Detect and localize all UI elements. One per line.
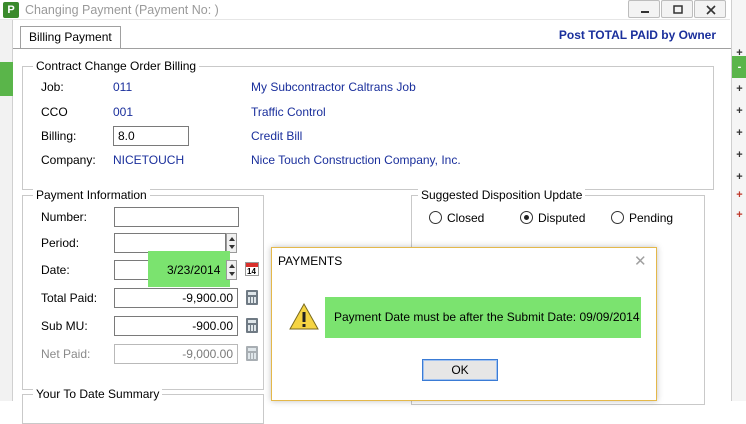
cco-name: Traffic Control bbox=[251, 105, 326, 119]
tab-divider bbox=[13, 48, 731, 49]
company-label: Company: bbox=[41, 153, 96, 167]
to-date-summary-legend: Your To Date Summary bbox=[33, 387, 163, 401]
strip-cell[interactable]: + bbox=[732, 204, 746, 226]
post-total-paid-link[interactable]: Post TOTAL PAID by Owner bbox=[559, 28, 716, 42]
maximize-button[interactable] bbox=[661, 0, 693, 18]
billing-input[interactable]: 8.0 bbox=[113, 126, 189, 146]
payments-dialog: PAYMENTS ✕ Payment Date must be after th… bbox=[271, 247, 657, 401]
strip-cell[interactable]: + bbox=[732, 78, 746, 100]
billing-label: Billing: bbox=[41, 129, 77, 143]
left-strip-green-marker bbox=[0, 62, 13, 96]
date-value: 3/23/2014 bbox=[167, 263, 221, 277]
app-icon: P bbox=[3, 2, 19, 18]
radio-disputed-label[interactable]: Disputed bbox=[538, 211, 585, 225]
tab-billing-payment[interactable]: Billing Payment bbox=[20, 26, 121, 48]
number-label: Number: bbox=[41, 210, 88, 224]
radio-closed-label[interactable]: Closed bbox=[447, 211, 484, 225]
cco-code: 001 bbox=[113, 105, 134, 119]
close-window-button[interactable] bbox=[694, 0, 726, 18]
calculator-icon bbox=[246, 346, 258, 361]
window-title: Changing Payment (Payment No: ) bbox=[25, 3, 219, 17]
cco-label: CCO bbox=[41, 105, 68, 119]
radio-pending-label[interactable]: Pending bbox=[629, 211, 673, 225]
title-bar: P Changing Payment (Payment No: ) bbox=[0, 0, 730, 20]
company-name: Nice Touch Construction Company, Inc. bbox=[251, 153, 461, 167]
net-paid-label: Net Paid: bbox=[41, 347, 91, 361]
job-code: 011 bbox=[113, 80, 133, 94]
calendar-icon[interactable]: 14 bbox=[245, 262, 259, 276]
strip-cell[interactable]: - bbox=[732, 56, 746, 78]
strip-cell[interactable]: + bbox=[732, 144, 746, 166]
underlying-window-right-strip: + - + + + + + + + bbox=[731, 0, 746, 401]
radio-closed[interactable] bbox=[429, 211, 442, 224]
underlying-window-left-strip bbox=[0, 20, 13, 401]
period-spinner[interactable] bbox=[226, 233, 237, 253]
number-input[interactable] bbox=[114, 207, 239, 227]
dialog-title: PAYMENTS bbox=[278, 254, 343, 268]
billing-description: Credit Bill bbox=[251, 129, 303, 143]
to-date-summary-group: Your To Date Summary bbox=[22, 387, 264, 424]
dialog-message: Payment Date must be after the Submit Da… bbox=[334, 310, 640, 324]
calculator-icon[interactable] bbox=[246, 290, 258, 305]
warning-icon bbox=[289, 303, 319, 330]
ok-button[interactable]: OK bbox=[422, 359, 498, 381]
restore-icon bbox=[673, 5, 683, 14]
calculator-icon[interactable] bbox=[246, 318, 258, 333]
period-input[interactable] bbox=[114, 233, 226, 253]
date-spinner[interactable] bbox=[226, 260, 237, 280]
radio-disputed[interactable] bbox=[520, 211, 533, 224]
net-paid-input: -9,000.00 bbox=[114, 344, 238, 364]
total-paid-label: Total Paid: bbox=[41, 291, 98, 305]
cco-billing-legend: Contract Change Order Billing bbox=[33, 59, 200, 73]
period-label: Period: bbox=[41, 236, 80, 250]
minimize-icon bbox=[641, 11, 649, 13]
minimize-button[interactable] bbox=[628, 0, 660, 18]
payment-information-group: Payment Information Number: Period: Date… bbox=[22, 188, 264, 390]
strip-cell[interactable]: + bbox=[732, 100, 746, 122]
radio-pending[interactable] bbox=[611, 211, 624, 224]
close-icon bbox=[706, 5, 716, 15]
payment-information-legend: Payment Information bbox=[33, 188, 150, 202]
sub-mu-input[interactable]: -900.00 bbox=[114, 316, 238, 336]
date-label: Date: bbox=[41, 263, 70, 277]
disposition-legend: Suggested Disposition Update bbox=[418, 188, 586, 202]
strip-cell[interactable]: + bbox=[732, 122, 746, 144]
sub-mu-label: Sub MU: bbox=[41, 319, 88, 333]
strip-cell[interactable]: + bbox=[732, 184, 746, 206]
total-paid-input[interactable]: -9,900.00 bbox=[114, 288, 238, 308]
job-label: Job: bbox=[41, 80, 64, 94]
company-code: NICETOUCH bbox=[113, 153, 185, 167]
job-name: My Subcontractor Caltrans Job bbox=[251, 80, 416, 94]
cco-billing-group: Contract Change Order Billing Job: 011 M… bbox=[22, 59, 714, 190]
dialog-close-button[interactable]: ✕ bbox=[634, 252, 647, 270]
